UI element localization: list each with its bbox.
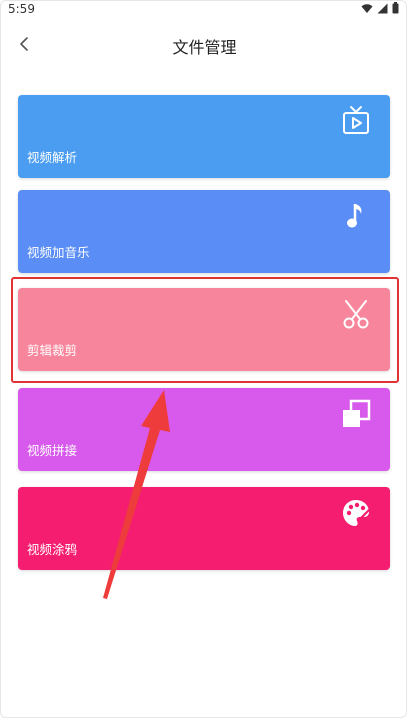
wifi-icon bbox=[361, 3, 373, 13]
card-label: 视频拼接 bbox=[27, 443, 78, 458]
palette-icon bbox=[343, 500, 372, 526]
card-label: 剪辑裁剪 bbox=[27, 343, 78, 358]
status-icons bbox=[361, 2, 399, 14]
page-title: 文件管理 bbox=[172, 38, 237, 57]
card-video-doodle[interactable]: 视频涂鸦 bbox=[18, 487, 390, 570]
card-video-parse[interactable]: 视频解析 bbox=[18, 95, 390, 178]
tv-play-icon bbox=[343, 106, 369, 134]
card-label: 视频涂鸦 bbox=[27, 542, 78, 557]
music-note-icon bbox=[347, 204, 362, 228]
header: 文件管理 bbox=[0, 26, 409, 62]
status-bar: 5:59 bbox=[0, 0, 409, 18]
card-clip-crop[interactable]: 剪辑裁剪 bbox=[18, 288, 390, 371]
scissors-icon bbox=[343, 300, 369, 329]
signal-icon bbox=[377, 3, 388, 13]
card-video-splice[interactable]: 视频拼接 bbox=[18, 388, 390, 471]
card-video-add-music[interactable]: 视频加音乐 bbox=[18, 190, 390, 273]
battery-icon bbox=[392, 2, 399, 14]
copy-squares-icon bbox=[343, 399, 371, 427]
status-time: 5:59 bbox=[8, 2, 35, 16]
card-label: 视频加音乐 bbox=[27, 245, 90, 260]
card-label: 视频解析 bbox=[27, 150, 78, 165]
